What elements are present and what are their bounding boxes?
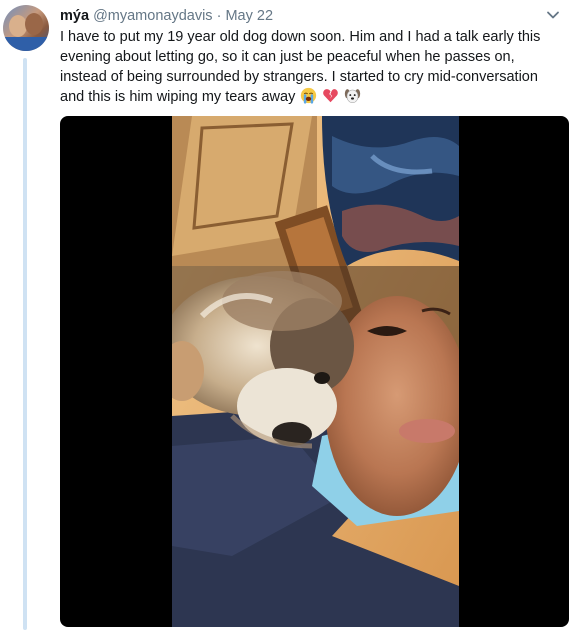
broken-heart-icon xyxy=(323,89,339,103)
avatar-face-right xyxy=(25,13,43,35)
tweet-date[interactable]: May 22 xyxy=(225,8,273,24)
video-player[interactable] xyxy=(60,116,569,627)
avatar-shirt xyxy=(3,37,49,51)
display-name[interactable]: mýa xyxy=(60,8,89,24)
thread-line xyxy=(23,58,27,630)
user-handle[interactable]: @myamonaydavis xyxy=(93,8,212,24)
tweet[interactable]: mýa @myamonaydavis · May 22 I have to pu… xyxy=(0,0,572,630)
loudly-crying-face-icon xyxy=(301,87,317,104)
chevron-down-icon[interactable] xyxy=(546,8,560,22)
video-frame[interactable] xyxy=(172,116,459,627)
header-separator: · xyxy=(216,8,222,24)
video-still xyxy=(172,116,459,627)
avatar[interactable] xyxy=(3,5,49,51)
tweet-text-container: I have to put my 19 year old dog down so… xyxy=(60,27,565,107)
tweet-header: mýa @myamonaydavis · May 22 xyxy=(60,7,273,25)
dog-face-icon xyxy=(345,89,361,103)
